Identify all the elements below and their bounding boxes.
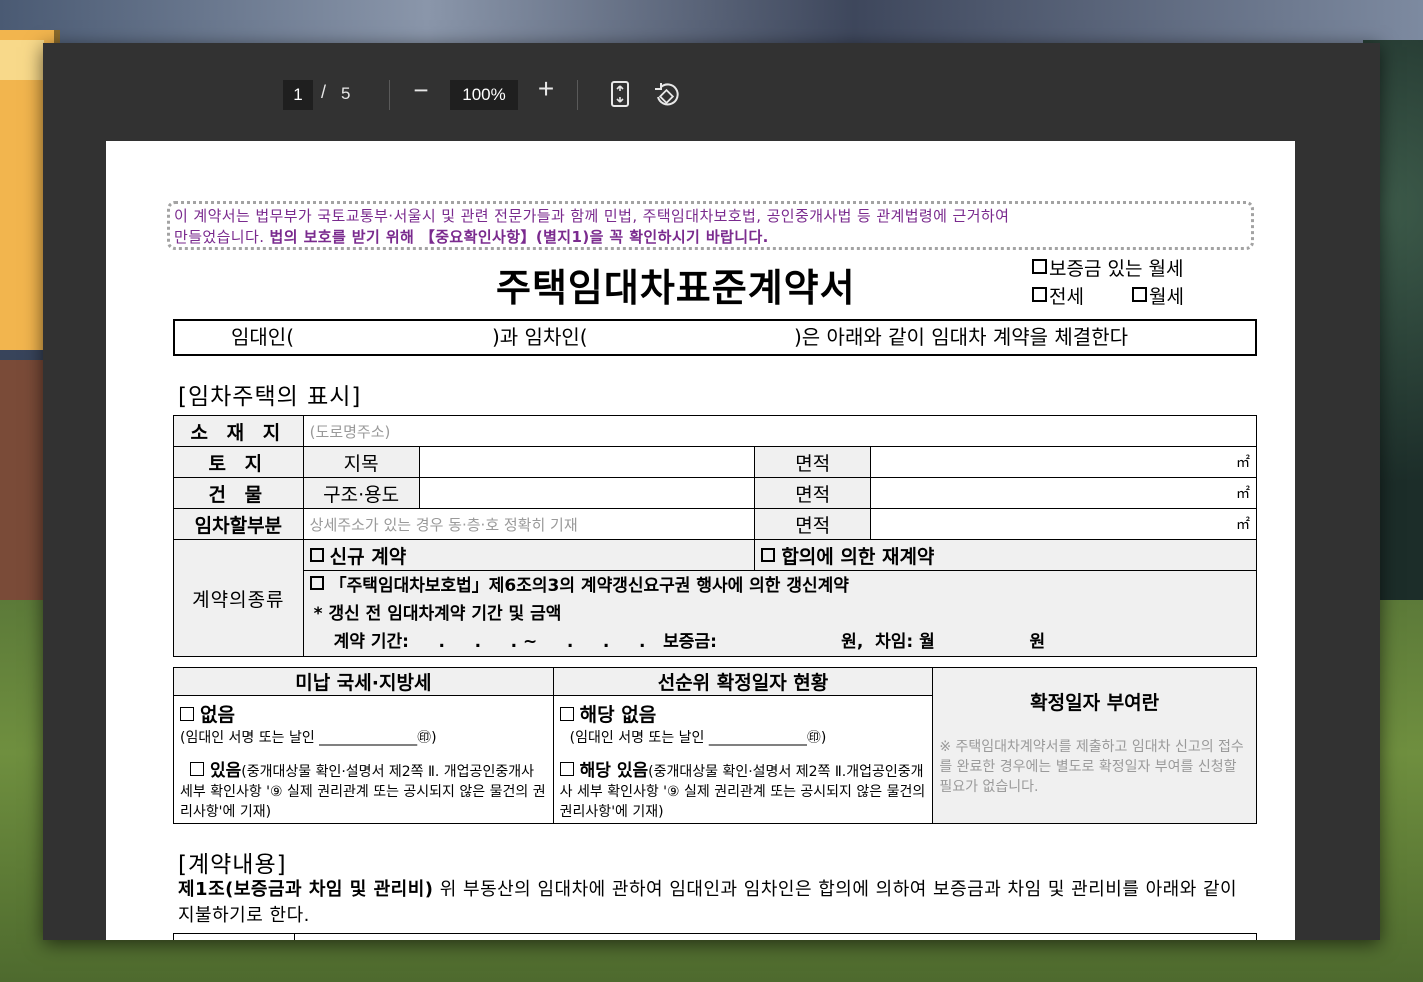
party-lessor: 임대인( — [231, 325, 295, 349]
party-lessee: )과 임차인( — [492, 325, 588, 349]
checkbox-icon[interactable] — [190, 762, 204, 776]
party-tail: )은 아래와 같이 임대차 계약을 체결한다 — [794, 325, 1128, 349]
checkbox-icon[interactable] — [761, 547, 776, 562]
zoom-level-input[interactable]: 100% — [450, 80, 518, 110]
pdf-viewer-window: 1 / 5 − 100% + 이 계약서는 법무부가 국토교통부·서울시 및 관… — [43, 43, 1380, 940]
land-label: 토 지 — [173, 446, 304, 478]
checkbox-icon[interactable] — [1032, 259, 1047, 274]
part-area-field[interactable]: ㎡ — [870, 508, 1257, 540]
party-statement: 임대인( )과 임차인( )은 아래와 같이 임대차 계약을 체결한다 — [173, 319, 1257, 356]
contract-type-label: 계약의종류 — [173, 539, 304, 657]
area-label: 면적 — [754, 446, 872, 478]
checkbox-icon[interactable] — [309, 575, 324, 590]
legal-notice: 이 계약서는 법무부가 국토교통부·서울시 및 관련 전문가들과 함께 민법, … — [167, 201, 1254, 250]
toolbar-divider — [577, 80, 578, 110]
leased-part-label: 임차할부분 — [173, 508, 304, 540]
lease-type-options: 보증금 있는 월세 전세 월세 — [1032, 255, 1184, 311]
tax-header: 미납 국세·지방세 — [173, 667, 554, 696]
fixdate-note: ※ 주택임대차계약서를 제출하고 임대차 신고의 접수를 완료한 경우에는 별도… — [939, 739, 1244, 795]
tax-priority-table: 미납 국세·지방세 선순위 확정일자 현황 확정일자 부여란 ※ 주택임대차계약… — [173, 667, 1257, 824]
article-1: 제1조(보증금과 차임 및 관리비) 위 부동산의 임대차에 관하여 임대인과 … — [178, 877, 1258, 929]
area-label: 면적 — [754, 477, 872, 509]
checkbox-icon[interactable] — [309, 547, 324, 562]
land-area-field[interactable]: ㎡ — [870, 446, 1257, 478]
rotate-icon[interactable] — [653, 81, 681, 109]
structure-use-label: 구조·용도 — [302, 477, 420, 509]
renewal-period-line: 계약 기간: . . . ~ . . . 보증금: 원, 차임: 월 원 — [333, 631, 1046, 652]
document-title: 주택임대차표준계약서 — [496, 266, 856, 310]
checkbox-icon[interactable] — [1032, 287, 1047, 302]
zoom-in-button[interactable]: + — [534, 73, 558, 105]
notice-line-1: 이 계약서는 법무부가 국토교통부·서울시 및 관련 전문가들과 함께 민법, … — [174, 207, 1010, 225]
priority-none: 해당 없음 — [579, 704, 657, 726]
checkbox-icon[interactable] — [1131, 287, 1147, 302]
article-1-title: 제1조(보증금과 차임 및 관리비) — [178, 879, 434, 900]
fit-to-page-icon[interactable] — [609, 80, 631, 108]
checkbox-icon[interactable] — [559, 762, 574, 776]
structure-use-field[interactable] — [418, 477, 756, 509]
land-category-label: 지목 — [302, 446, 420, 478]
location-field[interactable]: (도로명주소) — [302, 415, 1258, 447]
notice-emphasis: 법의 보호를 받기 위해 【중요확인사항】(별지1)을 꼭 확인하시기 바랍니다… — [269, 228, 769, 246]
contract-type-new: 신규 계약 — [329, 545, 407, 568]
tax-exist: 있음 — [210, 761, 242, 781]
checkbox-icon[interactable] — [180, 707, 194, 721]
zoom-out-button[interactable]: − — [409, 75, 433, 106]
building-area-field[interactable]: ㎡ — [870, 477, 1257, 509]
pdf-toolbar: 1 / 5 − 100% + — [43, 43, 1380, 139]
building-label: 건 물 — [173, 477, 304, 509]
priority-exist: 해당 있음 — [579, 761, 649, 781]
fixdate-title: 확정일자 부여란 — [1030, 692, 1160, 714]
type-monthly: 월세 — [1148, 286, 1184, 308]
priority-header: 선순위 확정일자 현황 — [552, 667, 934, 696]
priority-none-sign: (임대인 서명 또는 날인 ______________㊞) — [569, 730, 827, 746]
page-total: 5 — [341, 84, 351, 103]
property-table: 소 재 지 (도로명주소) 토 지 지목 면적 ㎡ 건 물 구조·용도 면적 ㎡… — [173, 415, 1258, 657]
type-deposit-monthly: 보증금 있는 월세 — [1049, 258, 1184, 280]
section-property-title: [임차주택의 표시] — [178, 384, 362, 410]
type-jeonse: 전세 — [1049, 286, 1084, 308]
tax-none-sign: (임대인 서명 또는 날인 ______________㊞) — [180, 730, 437, 746]
notice-line-2: 만들었습니다. — [174, 228, 270, 246]
toolbar-divider — [389, 80, 390, 110]
document-page: 이 계약서는 법무부가 국토교통부·서울시 및 관련 전문가들과 함께 민법, … — [106, 141, 1295, 940]
page-number-input[interactable]: 1 — [283, 80, 313, 110]
tax-none: 없음 — [200, 704, 235, 726]
land-category-field[interactable] — [418, 446, 756, 478]
contract-type-renew-right: 「주택임대차보호법」제6조의3의 계약갱신요구권 행사에 의한 갱신계약 — [329, 575, 849, 596]
payment-table — [173, 933, 1257, 940]
location-label: 소 재 지 — [173, 415, 304, 447]
contract-type-renew-agree: 합의에 의한 재계약 — [781, 545, 935, 568]
area-label: 면적 — [754, 508, 872, 540]
section-contract-title: [계약내용] — [178, 852, 287, 878]
page-separator: / — [321, 82, 327, 102]
leased-part-field[interactable]: 상세주소가 있는 경우 동·층·호 정확히 기재 — [302, 508, 756, 540]
checkbox-icon[interactable] — [559, 707, 574, 721]
renewal-note: * 갱신 전 임대차계약 기간 및 금액 — [313, 603, 562, 624]
